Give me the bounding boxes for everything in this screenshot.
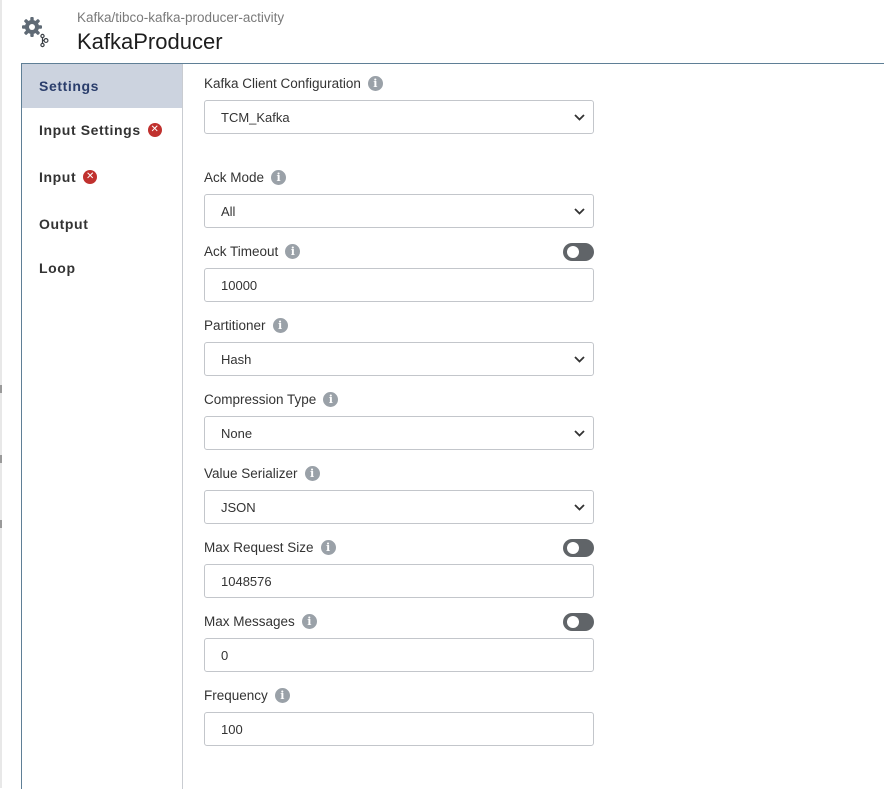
select-value: All	[221, 203, 236, 219]
field-label-text: Max Request Size	[204, 540, 314, 555]
ack-timeout-toggle[interactable]	[563, 243, 594, 261]
page-title: KafkaProducer	[77, 29, 223, 54]
compression-type-label: Compression Type i	[204, 392, 339, 407]
activity-header: Kafka/tibco-kafka-producer-activity Kafk…	[0, 0, 884, 62]
client-config-select[interactable]: TCM_Kafka	[204, 100, 594, 134]
input-value: 100	[221, 721, 243, 737]
max-messages-label: Max Messages i	[204, 614, 317, 629]
chevron-down-icon	[569, 497, 589, 517]
select-value: TCM_Kafka	[221, 109, 290, 125]
chevron-down-icon	[569, 423, 589, 443]
info-icon[interactable]: i	[274, 688, 290, 703]
info-icon[interactable]: i	[272, 318, 288, 333]
field-label-text: Value Serializer	[204, 466, 298, 481]
ack-timeout-input[interactable]: 10000	[204, 268, 594, 302]
field-label-text: Frequency	[204, 688, 268, 703]
field-label-text: Ack Timeout	[204, 244, 279, 259]
field-label-text: Kafka Client Configuration	[204, 76, 361, 91]
ack-mode-select[interactable]: All	[204, 194, 594, 228]
info-icon[interactable]: i	[320, 540, 336, 555]
sidebar-item-output[interactable]: Output	[22, 202, 182, 246]
max-messages-toggle[interactable]	[563, 613, 594, 631]
chevron-down-icon	[569, 201, 589, 221]
field-label-text: Partitioner	[204, 318, 266, 333]
sidebar-item-label: Loop	[39, 260, 76, 276]
sidebar-item-input-settings[interactable]: Input Settings ✕	[22, 108, 182, 152]
info-icon[interactable]: i	[323, 392, 339, 407]
sidebar-item-loop[interactable]: Loop	[22, 246, 182, 290]
ack-timeout-label: Ack Timeout i	[204, 244, 301, 259]
frequency-input[interactable]: 100	[204, 712, 594, 746]
sidebar-item-input[interactable]: Input ✕	[22, 155, 182, 199]
field-label-text: Max Messages	[204, 614, 295, 629]
error-icon: ✕	[147, 123, 162, 137]
toggle-knob	[567, 616, 579, 628]
chevron-down-icon	[569, 107, 589, 127]
input-value: 0	[221, 647, 229, 663]
breadcrumb: Kafka/tibco-kafka-producer-activity	[77, 10, 285, 25]
toggle-knob	[567, 542, 579, 554]
activity-config-panel: Settings Input Settings ✕ Input ✕ Output…	[21, 63, 884, 789]
max-request-size-label: Max Request Size i	[204, 540, 336, 555]
select-value: None	[221, 425, 253, 441]
info-icon[interactable]: i	[271, 170, 287, 185]
compression-type-select[interactable]: None	[204, 416, 594, 450]
ack-mode-label: Ack Mode i	[204, 170, 287, 185]
select-value: JSON	[221, 499, 256, 515]
error-icon: ✕	[83, 170, 98, 184]
gear-kafka-icon	[22, 17, 49, 48]
input-value: 1048576	[221, 573, 272, 589]
client-config-label: Kafka Client Configuration i	[204, 76, 383, 91]
field-label-text: Ack Mode	[204, 170, 265, 185]
settings-form: Kafka Client Configuration i TCM_Kafka A…	[183, 64, 884, 789]
field-label-text: Compression Type	[204, 392, 317, 407]
max-request-size-input[interactable]: 1048576	[204, 564, 594, 598]
info-icon[interactable]: i	[285, 244, 301, 259]
partitioner-select[interactable]: Hash	[204, 342, 594, 376]
sidebar-item-label: Output	[39, 216, 89, 232]
info-icon[interactable]: i	[304, 466, 320, 481]
frequency-label: Frequency i	[204, 688, 290, 703]
input-value: 10000	[221, 277, 258, 293]
select-value: Hash	[221, 351, 252, 367]
max-request-size-toggle[interactable]	[563, 539, 594, 557]
sidebar-item-label: Settings	[39, 78, 100, 94]
sidebar-item-label: Input	[39, 169, 77, 185]
max-messages-input[interactable]: 0	[204, 638, 594, 672]
sidebar-item-label: Input Settings	[39, 122, 141, 138]
config-sidebar: Settings Input Settings ✕ Input ✕ Output…	[22, 64, 183, 789]
sidebar-item-settings[interactable]: Settings	[22, 64, 182, 108]
info-icon[interactable]: i	[367, 76, 383, 91]
partitioner-label: Partitioner i	[204, 318, 288, 333]
window-edge	[0, 0, 2, 788]
toggle-knob	[567, 246, 579, 258]
chevron-down-icon	[569, 349, 589, 369]
value-serializer-select[interactable]: JSON	[204, 490, 594, 524]
info-icon[interactable]: i	[301, 614, 317, 629]
value-serializer-label: Value Serializer i	[204, 466, 320, 481]
